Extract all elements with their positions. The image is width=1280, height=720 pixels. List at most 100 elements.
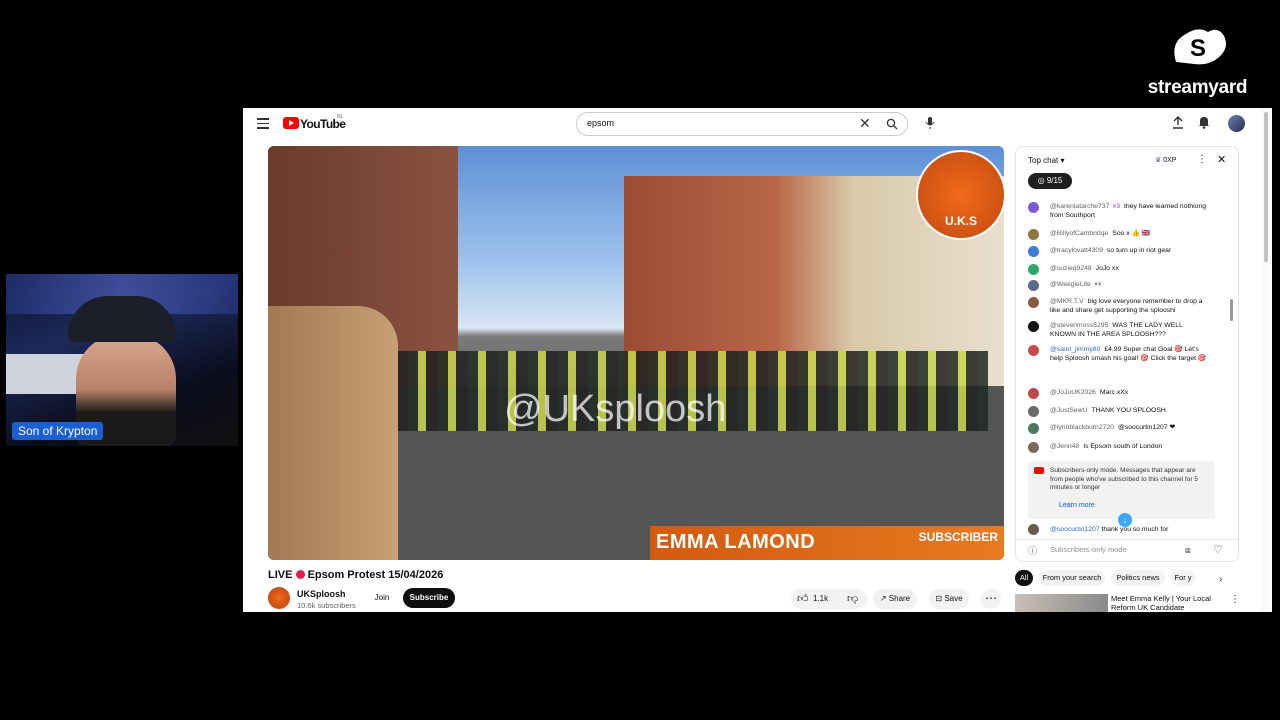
chip-3[interactable]: For y: [1171, 570, 1195, 586]
live-chat-panel: Top chat ▾ ♛ 0XP ⋮ ✕ ◎ 9/15 @karenlatarc…: [1015, 146, 1239, 562]
chip-1[interactable]: From your search: [1039, 570, 1105, 586]
dislike-icon[interactable]: 👎︎: [847, 589, 858, 609]
youtube-logo-icon[interactable]: [283, 117, 299, 129]
upload-icon[interactable]: [1172, 116, 1184, 129]
streamyard-wordmark: streamyard: [1147, 77, 1248, 98]
youtube-window: YouTube NL epsom ✕ @UKsploosh U.K.S EMMA…: [243, 108, 1272, 612]
chat-avatar: [1028, 321, 1039, 332]
super-chat-icon[interactable]: ⧈: [1185, 545, 1191, 556]
subscribe-button[interactable]: Subscribe: [403, 588, 455, 608]
chat-message: @karenlatarche737 #3 they have learned not…: [1028, 202, 1208, 220]
chat-more-icon[interactable]: ⋮: [1197, 154, 1207, 165]
chat-avatar: [1028, 229, 1039, 240]
share-icon: ↗: [879, 594, 887, 603]
chat-message: @stevenmoss5295 WAS THE LADY WELL KNOWN I…: [1028, 321, 1208, 339]
chat-message: @lynnblackburn2720 @soocurtin1207 ❤: [1028, 423, 1208, 434]
chat-text: JoJo xx: [1095, 265, 1119, 272]
chat-username[interactable]: @suzieq9248: [1050, 265, 1092, 272]
chat-username[interactable]: @JustSewU: [1050, 407, 1088, 414]
chat-username[interactable]: @saint_jimmy80: [1050, 346, 1100, 353]
points-badge[interactable]: ♛ 0XP: [1155, 156, 1176, 164]
chat-text: 👀: [1094, 281, 1104, 288]
svg-text:S: S: [1190, 35, 1206, 62]
chat-username[interactable]: @karenlatarche737: [1050, 203, 1109, 210]
save-label: Save: [944, 594, 963, 603]
share-button[interactable]: ↗ Share: [873, 589, 917, 609]
search-input[interactable]: epsom: [587, 118, 614, 128]
chat-avatar: [1028, 264, 1039, 275]
member-badge: #3: [1112, 203, 1120, 210]
microphone-icon[interactable]: [925, 116, 935, 130]
chat-username[interactable]: @MKR.T.V: [1050, 298, 1084, 305]
chat-message: @WeegieLife 👀: [1028, 280, 1208, 291]
video-player[interactable]: @UKsploosh U.K.S EMMA LAMOND SUBSCRIBER: [268, 146, 1004, 560]
like-dislike-group: 👍︎ 1.1k 👎︎: [791, 589, 867, 609]
recommendation-title[interactable]: Meet Emma Kelly | Your Local Reform UK C…: [1111, 594, 1221, 612]
chat-avatar: [1028, 202, 1039, 213]
like-count[interactable]: 1.1k: [813, 589, 828, 609]
chat-username[interactable]: @lynnblackburn2720: [1050, 424, 1114, 431]
save-button[interactable]: ⊡ Save: [929, 589, 969, 609]
channel-name[interactable]: UKSploosh: [297, 589, 346, 599]
chat-message: @MKR.T.V big love everyone remember to dr…: [1028, 297, 1208, 315]
learn-more-link[interactable]: Learn more: [1059, 502, 1095, 509]
chat-input-placeholder[interactable]: Subscribers-only mode: [1050, 545, 1127, 554]
like-icon[interactable]: 👍︎: [797, 589, 809, 609]
webcam-feed: Son of Krypton: [6, 274, 238, 446]
chat-text: Soo x 👍 🇬🇧: [1112, 230, 1151, 237]
more-actions-icon[interactable]: ⋯: [981, 589, 1001, 609]
video-watermark: @UKsploosh: [504, 388, 727, 430]
chat-message: @Jenn48 Is Epsom south of London: [1028, 442, 1208, 453]
chat-username[interactable]: @WeegieLife: [1050, 281, 1091, 288]
chat-username[interactable]: @stevenmoss5295: [1050, 322, 1108, 329]
chat-username[interactable]: @Jenn48: [1050, 443, 1079, 450]
search-icon[interactable]: [886, 118, 898, 130]
page-scrollbar[interactable]: [1261, 108, 1271, 612]
chip-2[interactable]: Politics news: [1111, 570, 1165, 586]
chat-mode-dropdown[interactable]: Top chat ▾: [1028, 156, 1065, 165]
recommendation-more-icon[interactable]: ⋮: [1230, 594, 1240, 605]
recommendation-thumbnail[interactable]: [1015, 594, 1108, 612]
goal-progress-pill[interactable]: ◎ 9/15: [1028, 173, 1072, 189]
chat-text: @soocurtin1207 ❤: [1117, 424, 1176, 431]
chat-avatar: [1028, 345, 1039, 356]
notice-text: Subscribers-only mode. Messages that app…: [1050, 467, 1198, 491]
chat-username[interactable]: @tracylovatt4309: [1050, 247, 1103, 254]
channel-avatar[interactable]: [268, 587, 290, 609]
subscriber-count: 10.6k subscribers: [297, 601, 356, 610]
chat-text: THANK YOU SPLOOSH: [1091, 407, 1166, 414]
chat-username[interactable]: @JoJoUK2026: [1050, 389, 1096, 396]
chat-avatar: [1028, 280, 1039, 291]
heart-icon[interactable]: ♡: [1213, 543, 1223, 556]
notifications-icon[interactable]: [1198, 116, 1210, 129]
chat-scrollbar[interactable]: [1230, 195, 1234, 525]
region-code: NL: [337, 114, 344, 120]
streamyard-logo: S streamyard: [1140, 22, 1255, 100]
video-scene-foreground-person: [268, 306, 398, 560]
youtube-topbar: YouTube NL epsom ✕: [243, 108, 1272, 140]
account-avatar[interactable]: [1228, 115, 1245, 132]
search-box[interactable]: epsom ✕: [576, 112, 908, 136]
chat-message: @JoJoUK2026 Marc xXx: [1028, 388, 1208, 399]
lower-third-name: EMMA LAMOND: [656, 531, 816, 553]
live-dot-icon: [295, 570, 305, 579]
chat-avatar: [1028, 524, 1039, 535]
chat-message: @BillyofCambridge Soo x 👍 🇬🇧: [1028, 229, 1208, 240]
chips-next-icon[interactable]: ›: [1219, 574, 1222, 585]
info-icon[interactable]: ⓘ: [1028, 544, 1037, 557]
close-chat-icon[interactable]: ✕: [1217, 153, 1226, 166]
chat-username[interactable]: @BillyofCambridge: [1050, 230, 1108, 237]
video-title-row: LIVE Epsom Protest 15/04/2026: [268, 569, 443, 581]
channel-logo-text: U.K.S: [944, 214, 977, 228]
chat-avatar: [1028, 297, 1039, 308]
chip-0[interactable]: All: [1015, 570, 1033, 586]
live-label: LIVE: [268, 569, 293, 581]
join-button[interactable]: Join: [367, 589, 397, 607]
chat-avatar: [1028, 406, 1039, 417]
clear-search-icon[interactable]: ✕: [859, 115, 871, 132]
chat-message: @suzieq9248 JoJo xx: [1028, 264, 1208, 275]
menu-icon[interactable]: [257, 118, 269, 129]
save-icon: ⊡: [935, 594, 943, 603]
presenter-name-tag: Son of Krypton: [12, 422, 104, 440]
chat-avatar: [1028, 442, 1039, 453]
